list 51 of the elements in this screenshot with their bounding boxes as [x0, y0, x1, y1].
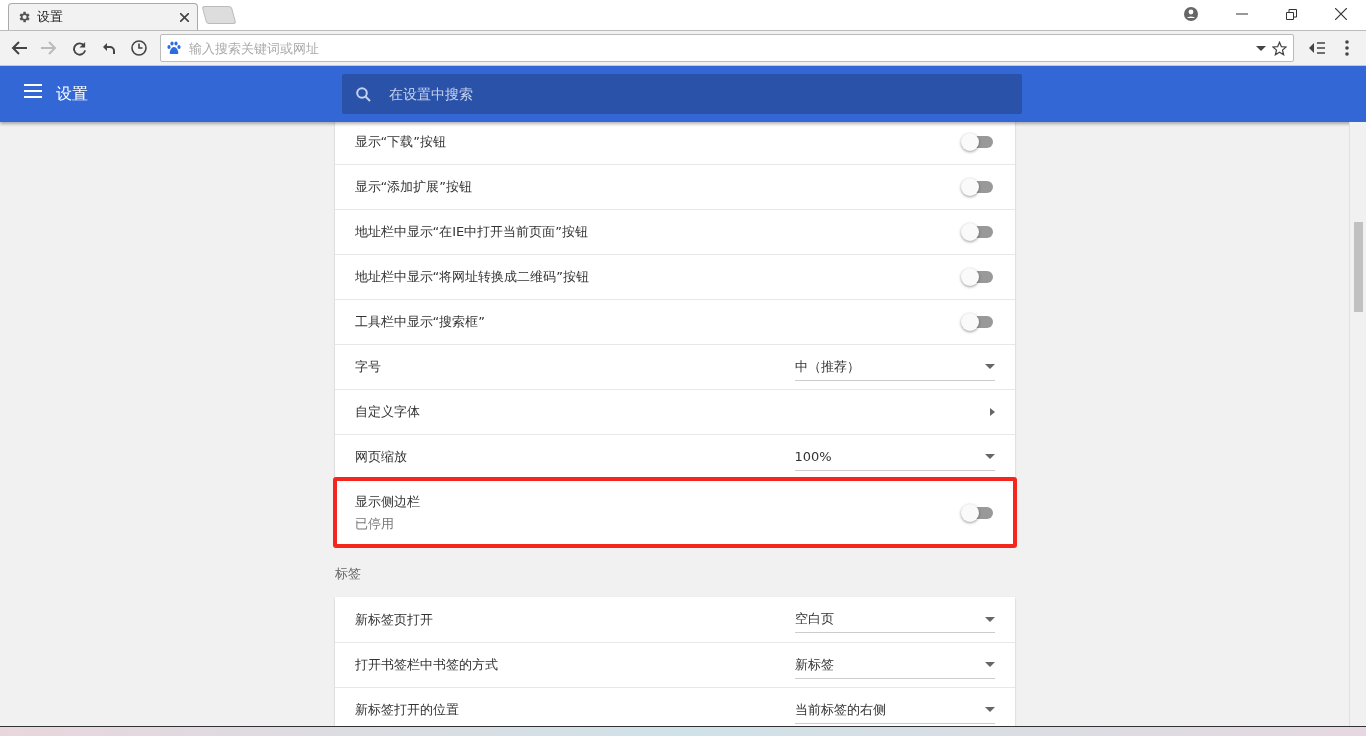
- browser-tab[interactable]: 设置: [8, 3, 198, 30]
- page-title: 设置: [56, 83, 89, 105]
- setting-label: 显示侧边栏: [354, 492, 421, 511]
- caret-icon: [984, 364, 995, 369]
- chevron-right-icon[interactable]: [989, 408, 995, 416]
- setting-label: 地址栏中显示“在IE中打开当前页面”按钮: [354, 223, 590, 241]
- setting-label: 字号: [354, 358, 382, 376]
- undo-icon[interactable]: [103, 42, 115, 54]
- setting-label: 网页缩放: [354, 448, 408, 466]
- setting-label: 自定义字体: [354, 403, 421, 421]
- sidebar-list-icon[interactable]: [1309, 42, 1325, 54]
- toggle-switch[interactable]: [960, 222, 995, 242]
- setting-label: 新标签页打开: [354, 610, 434, 629]
- toggle-switch[interactable]: [960, 131, 995, 152]
- reload-icon[interactable]: [71, 40, 87, 56]
- toggle-switch[interactable]: [960, 267, 995, 287]
- dropdown[interactable]: 当前标签的右侧: [794, 696, 995, 724]
- section-heading: 标签: [334, 565, 362, 583]
- close-icon[interactable]: [180, 12, 189, 22]
- restore-icon[interactable]: [1286, 8, 1297, 20]
- caret-icon: [984, 454, 995, 459]
- gear-icon: [17, 10, 31, 24]
- setting-status: 已停用: [354, 514, 395, 533]
- toggle-switch[interactable]: [960, 177, 995, 197]
- setting-label: 显示“下载”按钮: [354, 132, 447, 151]
- caret-icon[interactable]: [1256, 45, 1266, 51]
- star-icon[interactable]: [1272, 40, 1287, 56]
- profile-icon[interactable]: [1184, 7, 1198, 21]
- dropdown[interactable]: 新标签: [794, 651, 995, 679]
- toggle-switch[interactable]: [960, 502, 995, 523]
- dropdown[interactable]: 空白页: [794, 606, 995, 633]
- search-field[interactable]: 在设置中搜索: [387, 85, 1008, 103]
- more-icon[interactable]: [1345, 40, 1349, 56]
- dropdown[interactable]: 100%: [794, 443, 995, 471]
- caret-icon: [984, 707, 995, 712]
- setting-label: 地址栏中显示“将网址转换成二维码”按钮: [354, 268, 590, 286]
- clock-icon[interactable]: [131, 40, 147, 56]
- dropdown[interactable]: 中（推荐）: [794, 353, 995, 381]
- setting-label: 打开书签栏中书签的方式: [354, 656, 499, 674]
- caret-icon: [984, 616, 995, 622]
- setting-label: 新标签打开的位置: [354, 701, 460, 719]
- back-arrow-icon[interactable]: [11, 41, 27, 55]
- caret-icon: [984, 662, 995, 667]
- toggle-switch[interactable]: [960, 312, 995, 332]
- close-icon[interactable]: [1335, 8, 1347, 20]
- paw-icon: [167, 41, 181, 55]
- search-icon: [356, 86, 371, 102]
- setting-label: 工具栏中显示“搜索框”: [354, 313, 486, 331]
- search-bar[interactable]: 在设置中搜索: [342, 74, 1022, 114]
- setting-label: 显示“添加扩展”按钮: [354, 178, 473, 196]
- address-bar[interactable]: 输入搜索关键词或网址: [160, 34, 1294, 62]
